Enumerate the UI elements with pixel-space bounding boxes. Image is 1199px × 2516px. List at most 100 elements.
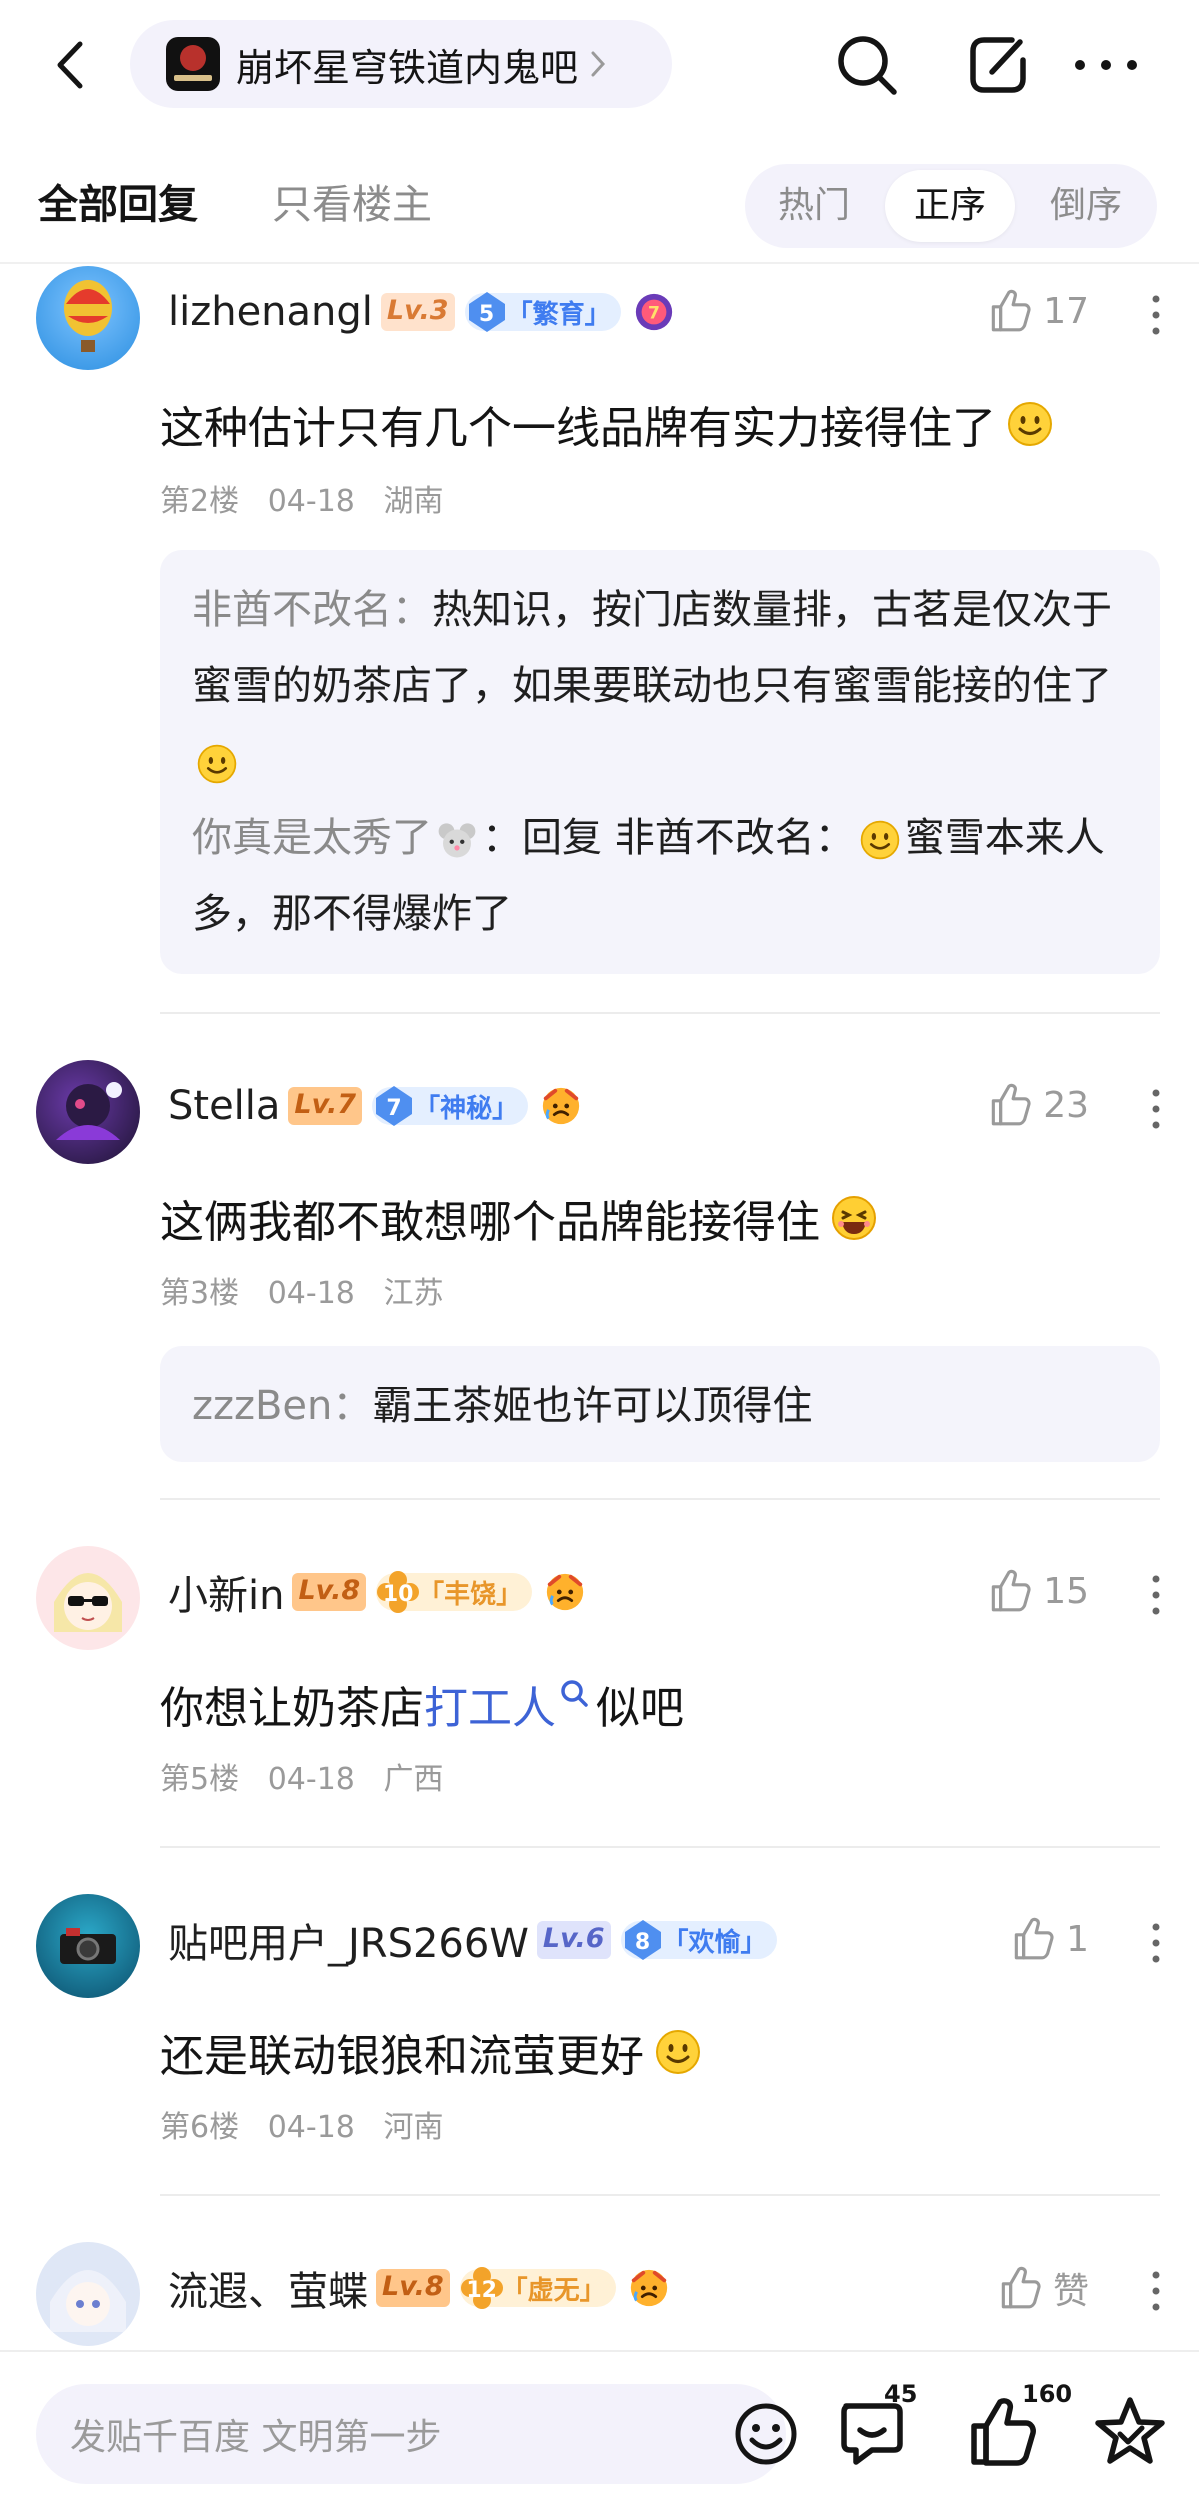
search-icon[interactable] — [830, 28, 904, 102]
share-icon[interactable] — [962, 28, 1036, 102]
tier-badge: 7 「神秘」 — [372, 1087, 529, 1125]
divider — [160, 1498, 1160, 1500]
like-button[interactable]: 赞 — [995, 2262, 1089, 2314]
smiley-icon[interactable] — [732, 2400, 800, 2468]
smiley-emoji-icon — [1006, 400, 1054, 448]
tab-all-replies[interactable]: 全部回复 — [38, 172, 198, 230]
like-count: 23 — [1043, 1084, 1089, 1126]
user-info-row: 流遐、萤蝶 Lv.8 12 「虚无」 — [168, 2258, 670, 2318]
tier-badge: 12 「虚无」 — [459, 2269, 616, 2307]
level-badge: Lv.6 — [536, 1921, 611, 1959]
bottom-action-bar: 发贴千百度 文明第一步 45 160 — [0, 2350, 1199, 2516]
user-info-row: 小新in Lv.8 10 「丰饶」 — [168, 1562, 586, 1622]
sub-reply-author[interactable]: 非酋不改名： — [192, 587, 432, 633]
sub-reply: 你真是太秀了 ：回复 非酋不改名： 蜜雪本来人多，那不得爆炸了 — [192, 815, 1105, 937]
like-count: 15 — [1043, 1570, 1089, 1612]
like-count: 赞 — [1052, 2271, 1089, 2312]
like-button[interactable]: 23 — [985, 1080, 1089, 1130]
user-info-row: 贴吧用户_JRS266W Lv.6 8 「欢愉」 — [168, 1910, 777, 1970]
thumbs-up-icon — [985, 286, 1035, 336]
reply-input[interactable]: 发贴千百度 文明第一步 — [36, 2384, 797, 2484]
more-vertical-icon[interactable] — [1141, 1570, 1171, 1620]
sub-reply-author[interactable]: zzzBen： — [192, 1383, 372, 1429]
sub-reply: zzzBen：霸王茶姬也许可以顶得住 — [192, 1383, 813, 1429]
comment-count: 45 — [884, 2380, 918, 2408]
reply-tabs: 全部回复 只看楼主 热门 正序 倒序 — [0, 150, 1199, 262]
forum-name: 崩坏星穹铁道内鬼吧 — [236, 45, 579, 90]
post-content: 还是联动银狼和流萤更好 — [160, 2020, 702, 2084]
tier-badge: 8 「欢愉」 — [620, 1921, 777, 1959]
user-info-row: lizhenangl Lv.3 5 「繁育」 — [168, 282, 675, 342]
more-vertical-icon[interactable] — [1141, 1084, 1171, 1134]
sort-segment: 热门 正序 倒序 — [745, 164, 1157, 248]
sort-hot[interactable]: 热门 — [749, 170, 879, 242]
post-meta: 第6楼 04-18 河南 — [160, 2102, 444, 2146]
level-badge: Lv.8 — [292, 1573, 367, 1611]
mouse-emoji-icon — [436, 819, 478, 861]
more-vertical-icon[interactable] — [1141, 290, 1171, 340]
more-vertical-icon[interactable] — [1141, 2266, 1171, 2316]
floor-number: 第5楼 — [160, 1762, 240, 1797]
tab-op-only[interactable]: 只看楼主 — [272, 172, 432, 230]
badge-emoji-icon — [540, 1085, 582, 1127]
thumbs-up-icon — [1008, 1914, 1058, 1964]
floor-number: 第2楼 — [160, 484, 240, 519]
floor-number: 第6楼 — [160, 2110, 240, 2145]
avatar[interactable] — [36, 1060, 140, 1164]
post-detail-page: 崩坏星穹铁道内鬼吧 全部回复 只看楼主 热门 正序 倒序 lizhenangl … — [0, 0, 1199, 2516]
like-button[interactable]: 15 — [985, 1566, 1089, 1616]
post-date: 04-18 — [267, 1762, 355, 1797]
like-count: 1 — [1066, 1918, 1089, 1960]
post-location: 广西 — [383, 1762, 444, 1797]
post-content: 你想让奶茶店 打工人 似吧 — [160, 1672, 684, 1736]
sort-descending[interactable]: 倒序 — [1021, 170, 1151, 242]
sub-reply-box[interactable]: 非酋不改名：热知识，按门店数量排，古茗是仅次于蜜雪的奶茶店了，如果要联动也只有蜜… — [160, 550, 1160, 974]
post-meta: 第2楼 04-18 湖南 — [160, 476, 444, 520]
username[interactable]: 流遐、萤蝶 — [168, 2259, 368, 2317]
post-date: 04-18 — [267, 1276, 355, 1311]
post-meta: 第3楼 04-18 江苏 — [160, 1268, 444, 1312]
avatar[interactable] — [36, 266, 140, 370]
keyword-link[interactable]: 打工人 — [424, 1672, 556, 1736]
smiley-emoji-icon — [654, 2028, 702, 2076]
smiley-emoji-icon — [859, 819, 901, 861]
post-location: 湖南 — [383, 484, 444, 519]
username[interactable]: lizhenangl — [168, 289, 373, 335]
forum-entry-button[interactable]: 崩坏星穹铁道内鬼吧 — [130, 20, 672, 108]
badge-emoji-icon — [544, 1571, 586, 1613]
more-icon[interactable] — [1066, 28, 1146, 102]
sub-reply: 非酋不改名：热知识，按门店数量排，古茗是仅次于蜜雪的奶茶店了，如果要联动也只有蜜… — [192, 572, 1128, 800]
like-count: 17 — [1043, 290, 1089, 332]
level-badge: Lv.7 — [288, 1087, 363, 1125]
like-button[interactable]: 1 — [1008, 1914, 1089, 1964]
username[interactable]: 小新in — [168, 1563, 284, 1621]
smiley-emoji-icon — [196, 743, 238, 785]
thumbs-up-icon — [995, 2263, 1045, 2313]
star-icon[interactable] — [1090, 2392, 1170, 2472]
divider — [160, 1012, 1160, 1014]
chevron-right-icon — [591, 51, 606, 77]
search-icon[interactable] — [558, 1677, 592, 1717]
floor-number: 第3楼 — [160, 1276, 240, 1311]
user-info-row: Stella Lv.7 7 「神秘」 — [168, 1076, 582, 1136]
divider — [0, 262, 1199, 264]
like-count: 160 — [1022, 2380, 1073, 2408]
like-button[interactable]: 17 — [985, 286, 1089, 336]
back-arrow-icon[interactable] — [40, 30, 100, 100]
avatar[interactable] — [36, 2242, 140, 2346]
post-date: 04-18 — [267, 484, 355, 519]
top-bar: 崩坏星穹铁道内鬼吧 — [0, 0, 1199, 130]
post-date: 04-18 — [267, 2110, 355, 2145]
avatar[interactable] — [36, 1894, 140, 1998]
grin-emoji-icon — [830, 1194, 878, 1242]
thumbs-up-icon — [985, 1566, 1035, 1616]
forum-avatar — [166, 37, 220, 91]
sort-ascending[interactable]: 正序 — [885, 170, 1015, 242]
username[interactable]: Stella — [168, 1083, 280, 1129]
sub-reply-box[interactable]: zzzBen：霸王茶姬也许可以顶得住 — [160, 1346, 1160, 1462]
username[interactable]: 贴吧用户_JRS266W — [168, 1911, 529, 1969]
sub-reply-author[interactable]: 你真是太秀了 — [192, 815, 432, 861]
more-vertical-icon[interactable] — [1141, 1918, 1171, 1968]
divider — [160, 2194, 1160, 2196]
avatar[interactable] — [36, 1546, 140, 1650]
